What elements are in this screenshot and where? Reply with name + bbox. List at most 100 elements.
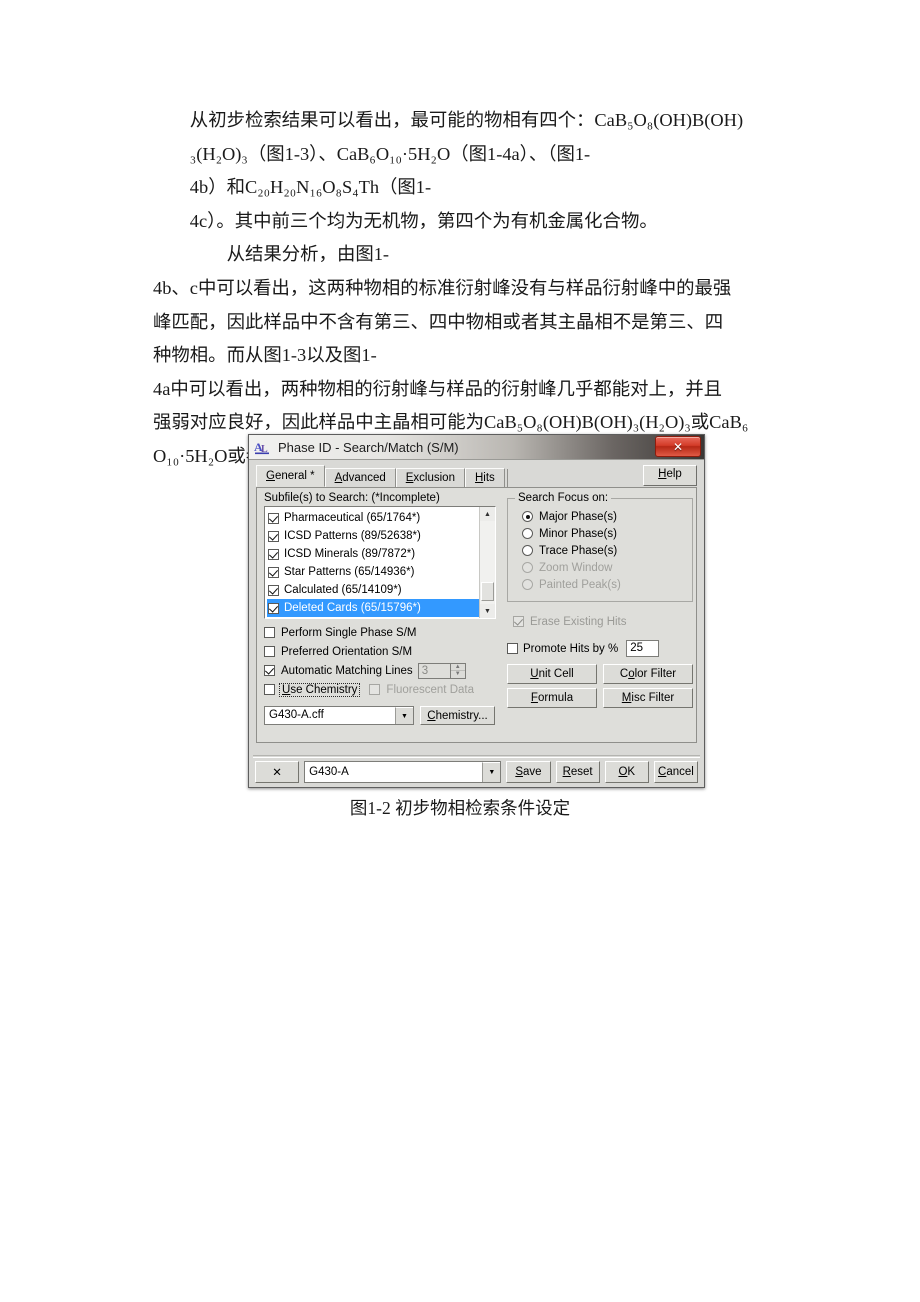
save-label: Save bbox=[515, 766, 542, 778]
ok-button[interactable]: OK bbox=[604, 761, 649, 783]
list-item[interactable]: ICSD Patterns (89/52638*) bbox=[267, 527, 479, 545]
misc-filter-button[interactable]: Misc Filter bbox=[603, 688, 693, 708]
radio-painted-peaks: Painted Peak(s) bbox=[516, 576, 686, 593]
phase-id-dialog: A L Phase ID - Search/Match (S/M) ✕ Gene… bbox=[248, 434, 705, 788]
radio-zoom-window: Zoom Window bbox=[516, 559, 686, 576]
list-item-label: Calculated (65/14109*) bbox=[284, 584, 402, 596]
color-filter-button[interactable]: Color Filter bbox=[603, 664, 693, 684]
unit-cell-label: Unit Cell bbox=[530, 668, 574, 680]
chemistry-button-label: Chemistry... bbox=[427, 709, 488, 722]
save-button[interactable]: Save bbox=[506, 761, 551, 783]
option-fluorescent-label: Fluorescent Data bbox=[386, 683, 474, 696]
paragraph-1: 从初步检索结果可以看出，最可能的物相有四个：CaB₅O₈(OH)B(OH) ₃(… bbox=[153, 104, 781, 238]
stepper-up-icon[interactable]: ▲ bbox=[450, 663, 465, 671]
formula-button[interactable]: Formula bbox=[507, 688, 597, 708]
radio-label: Major Phase(s) bbox=[539, 510, 617, 523]
list-item[interactable]: ICSD Minerals (89/7872*) bbox=[267, 545, 479, 563]
checkbox-icon[interactable] bbox=[264, 646, 275, 657]
tab-exclusion[interactable]: Exclusion bbox=[395, 468, 465, 487]
stepper-buttons[interactable]: ▲ ▼ bbox=[449, 662, 466, 679]
search-focus-group: Search Focus on: Major Phase(s) Minor Ph… bbox=[507, 492, 693, 602]
checkbox-icon[interactable] bbox=[268, 530, 279, 542]
promote-hits-value[interactable]: 25 bbox=[626, 640, 660, 657]
filter-button-grid: Unit Cell Color Filter Formula Misc Filt… bbox=[507, 664, 693, 708]
formula-label: Formula bbox=[530, 692, 574, 704]
radio-trace-phases[interactable]: Trace Phase(s) bbox=[516, 542, 686, 559]
scroll-down-icon[interactable]: ▼ bbox=[480, 604, 495, 618]
chevron-down-icon[interactable]: ▼ bbox=[482, 762, 501, 782]
radio-label: Painted Peak(s) bbox=[539, 578, 621, 591]
radio-icon[interactable] bbox=[522, 545, 533, 556]
matching-lines-stepper[interactable]: 3 ▲ ▼ bbox=[417, 662, 466, 679]
option-perform-single-phase[interactable]: Perform Single Phase S/M bbox=[264, 623, 496, 642]
dialog-client-area: General * Advanced Exclusion Hits Help S… bbox=[249, 460, 704, 788]
paragraph-2-line-4: 种物相。而从图1-3以及图1- bbox=[153, 345, 377, 366]
radio-major-phases[interactable]: Major Phase(s) bbox=[516, 508, 686, 525]
option-preferred-orientation[interactable]: Preferred Orientation S/M bbox=[264, 642, 496, 661]
close-icon[interactable]: ✕ bbox=[655, 436, 701, 457]
tab-hits[interactable]: Hits bbox=[464, 468, 505, 487]
cancel-button[interactable]: Cancel bbox=[653, 761, 698, 783]
subfile-listbox[interactable]: Pharmaceutical (65/1764*) ICSD Patterns … bbox=[264, 506, 496, 619]
radio-icon[interactable] bbox=[522, 511, 533, 522]
chevron-down-icon[interactable]: ▼ bbox=[395, 707, 413, 724]
reset-button[interactable]: Reset bbox=[555, 761, 600, 783]
list-scrollbar[interactable]: ▲ ▼ bbox=[479, 507, 495, 618]
tab-exclusion-label: Exclusion bbox=[405, 472, 455, 484]
checkbox-icon[interactable] bbox=[264, 665, 275, 676]
checkbox-icon[interactable] bbox=[268, 584, 279, 596]
option-use-chemistry-label[interactable]: Use Chemistry bbox=[279, 682, 361, 697]
promote-hits-row: Promote Hits by % 25 bbox=[507, 640, 693, 657]
dialog-titlebar[interactable]: A L Phase ID - Search/Match (S/M) ✕ bbox=[249, 435, 704, 460]
option-erase-existing-hits: Erase Existing Hits bbox=[507, 612, 693, 631]
scrollbar-thumb[interactable] bbox=[481, 582, 494, 601]
list-item-selected[interactable]: Deleted Cards (65/15796*) bbox=[267, 599, 479, 617]
checkbox-icon[interactable] bbox=[268, 566, 279, 578]
radio-label: Trace Phase(s) bbox=[539, 544, 618, 557]
right-column: Search Focus on: Major Phase(s) Minor Ph… bbox=[507, 492, 693, 708]
chemistry-button[interactable]: Chemistry... bbox=[420, 706, 495, 725]
search-focus-title: Search Focus on: bbox=[515, 492, 612, 504]
radio-icon bbox=[522, 562, 533, 573]
tab-general-label: General * bbox=[266, 470, 315, 482]
document-body: 从初步检索结果可以看出，最可能的物相有四个：CaB₅O₈(OH)B(OH) ₃(… bbox=[153, 104, 781, 474]
misc-filter-label: Misc Filter bbox=[621, 692, 675, 704]
checkbox-icon[interactable] bbox=[507, 643, 518, 654]
tab-advanced[interactable]: Advanced bbox=[324, 468, 396, 487]
checkbox-icon[interactable] bbox=[264, 627, 275, 638]
list-item-label: ICSD Patterns (89/52638*) bbox=[284, 530, 421, 542]
paragraph-1-line-4: 4c）。其中前三个均为无机物，第四个为有机金属化合物。 bbox=[189, 210, 658, 231]
checkbox-icon[interactable] bbox=[268, 602, 279, 614]
radio-minor-phases[interactable]: Minor Phase(s) bbox=[516, 525, 686, 542]
radio-label: Zoom Window bbox=[539, 561, 613, 574]
checkbox-icon[interactable] bbox=[268, 548, 279, 560]
dialog-bottom-bar: ✕ G430-A ▼ Save Reset OK Cancel bbox=[255, 761, 698, 783]
stepper-down-icon[interactable]: ▼ bbox=[450, 671, 465, 678]
profile-combo[interactable]: G430-A ▼ bbox=[304, 761, 502, 783]
list-item[interactable]: Pharmaceutical (65/1764*) bbox=[267, 509, 479, 527]
list-item-label: Pharmaceutical (65/1764*) bbox=[284, 512, 421, 524]
paragraph-1-line-2: ₃(H₂O)₃（图1-3）、CaB₆O₁₀·5H₂O（图1-4a）、（图1- bbox=[189, 143, 591, 164]
paragraph-2-line-1: 从结果分析，由图1- bbox=[226, 244, 390, 265]
matching-lines-value[interactable]: 3 bbox=[417, 662, 450, 679]
list-item[interactable]: Calculated (65/14109*) bbox=[267, 581, 479, 599]
list-item-label: ICSD Minerals (89/7872*) bbox=[284, 548, 416, 560]
color-filter-label: Color Filter bbox=[619, 668, 677, 680]
tab-advanced-label: Advanced bbox=[334, 472, 386, 484]
checkbox-icon bbox=[513, 616, 524, 627]
help-button[interactable]: Help bbox=[643, 465, 697, 486]
option-checkboxes: Perform Single Phase S/M Preferred Orien… bbox=[264, 623, 496, 699]
option-automatic-matching-lines[interactable]: Automatic Matching Lines 3 ▲ ▼ bbox=[264, 661, 496, 680]
radio-icon[interactable] bbox=[522, 528, 533, 539]
chemistry-file-combo[interactable]: G430-A.cff ▼ bbox=[264, 706, 414, 725]
list-item[interactable]: Star Patterns (65/14936*) bbox=[267, 563, 479, 581]
clear-profile-button[interactable]: ✕ bbox=[255, 761, 300, 783]
option-label: Preferred Orientation S/M bbox=[281, 645, 413, 658]
unit-cell-button[interactable]: Unit Cell bbox=[507, 664, 597, 684]
scroll-up-icon[interactable]: ▲ bbox=[480, 507, 495, 521]
option-label: Perform Single Phase S/M bbox=[281, 626, 417, 639]
promote-hits-label: Promote Hits by % bbox=[523, 642, 619, 655]
tab-general[interactable]: General * bbox=[256, 465, 325, 487]
checkbox-icon[interactable] bbox=[268, 512, 279, 524]
checkbox-icon[interactable] bbox=[264, 684, 275, 695]
